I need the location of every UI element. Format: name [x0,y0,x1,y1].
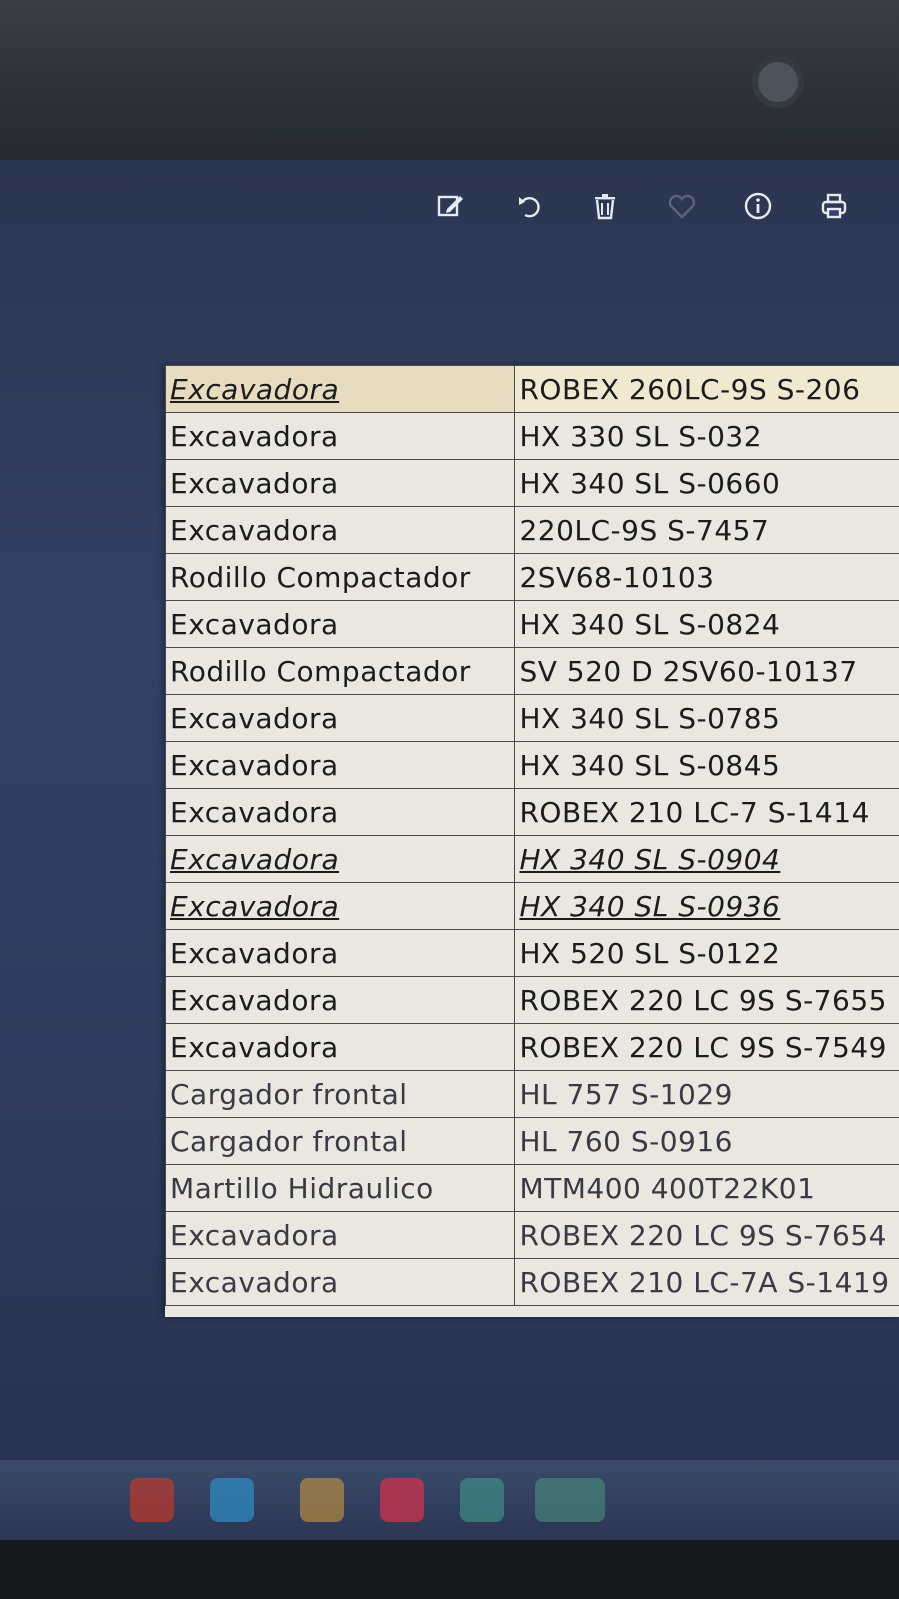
model-serial-cell: HX 520 SL S-0122 [514,929,899,977]
equipment-type-cell: Rodillo Compactador [165,553,516,601]
favorite-icon[interactable] [662,186,702,226]
equipment-type-cell: Excavadora [165,365,516,413]
table-row: Excavadora 220LC-9S S-7457 [165,506,899,554]
equipment-type-cell: Excavadora [165,1211,516,1259]
rotate-icon[interactable] [510,186,550,226]
taskbar-app-icon[interactable] [535,1478,605,1522]
model-serial-cell: HL 757 S-1029 [514,1070,899,1118]
model-serial-cell: 2SV68-10103 [514,553,899,601]
model-serial-cell: HX 340 SL S-0660 [514,459,899,507]
taskbar-app-icon[interactable] [130,1478,174,1522]
table-row: Rodillo Compactador SV 520 D 2SV60-10137 [165,647,899,695]
equipment-type-cell: Cargador frontal [165,1117,516,1165]
equipment-type-cell: Martillo Hidraulico [165,1164,516,1212]
table-row: Excavadora HX 330 SL S-032 [165,412,899,460]
model-serial-cell: ROBEX 220 LC 9S S-7549 [514,1023,899,1071]
table-row: Excavadora HX 340 SL S-0904 [165,835,899,883]
equipment-type-cell: Excavadora [165,976,516,1024]
table-row: Rodillo Compactador 2SV68-10103 [165,553,899,601]
equipment-type-cell: Excavadora [165,600,516,648]
equipment-type-cell: Excavadora [165,459,516,507]
table-row: Excavadora HX 340 SL S-0660 [165,459,899,507]
table-row: Excavadora ROBEX 210 LC-7A S-1419 [165,1258,899,1306]
equipment-type-cell: Excavadora [165,1258,516,1306]
model-serial-cell: 220LC-9S S-7457 [514,506,899,554]
equipment-type-cell: Rodillo Compactador [165,647,516,695]
viewer-toolbar [430,186,870,230]
table-row: Excavadora HX 340 SL S-0845 [165,741,899,789]
table-row: Excavadora HX 340 SL S-0824 [165,600,899,648]
edit-icon[interactable] [430,186,470,226]
taskbar-app-icon[interactable] [210,1478,254,1522]
equipment-type-cell: Excavadora [165,929,516,977]
equipment-type-cell: Excavadora [165,412,516,460]
model-serial-cell: HX 330 SL S-032 [514,412,899,460]
table-row: Excavadora ROBEX 220 LC 9S S-7549 [165,1023,899,1071]
model-serial-cell: ROBEX 220 LC 9S S-7655 [514,976,899,1024]
equipment-type-cell: Excavadora [165,835,516,883]
equipment-type-cell: Cargador frontal [165,1070,516,1118]
equipment-type-cell: Excavadora [165,788,516,836]
model-serial-cell: ROBEX 220 LC 9S S-7654 [514,1211,899,1259]
table-row: Cargador frontal HL 757 S-1029 [165,1070,899,1118]
model-serial-cell: HX 340 SL S-0824 [514,600,899,648]
monitor-bezel [0,0,899,160]
model-serial-cell: ROBEX 210 LC-7A S-1419 [514,1258,899,1306]
taskbar [0,1460,899,1540]
table-row: Excavadora ROBEX 210 LC-7 S-1414 [165,788,899,836]
table-row: Excavadora ROBEX 260LC-9S S-206 [165,365,899,413]
model-serial-cell: ROBEX 260LC-9S S-206 [514,365,899,413]
model-serial-cell: MTM400 400T22K01 [514,1164,899,1212]
equipment-type-cell: Excavadora [165,741,516,789]
table-row: Excavadora HX 340 SL S-0785 [165,694,899,742]
table-row: Excavadora HX 520 SL S-0122 [165,929,899,977]
model-serial-cell: HL 760 S-0916 [514,1117,899,1165]
table-row: Excavadora ROBEX 220 LC 9S S-7654 [165,1211,899,1259]
print-icon[interactable] [814,186,854,226]
taskbar-app-icon[interactable] [460,1478,504,1522]
model-serial-cell: HX 340 SL S-0785 [514,694,899,742]
table-row: Excavadora ROBEX 220 LC 9S S-7655 [165,976,899,1024]
equipment-type-cell: Excavadora [165,506,516,554]
equipment-table: Excavadora ROBEX 260LC-9S S-206 Excavadora… [165,365,899,1306]
model-serial-cell: HX 340 SL S-0845 [514,741,899,789]
spreadsheet-image: Excavadora ROBEX 260LC-9S S-206 Excavadora… [165,365,899,1317]
table-row: Excavadora HX 340 SL S-0936 [165,882,899,930]
model-serial-cell: HX 340 SL S-0904 [514,835,899,883]
table-row: Martillo Hidraulico MTM400 400T22K01 [165,1164,899,1212]
table-row: Cargador frontal HL 760 S-0916 [165,1117,899,1165]
model-serial-cell: ROBEX 210 LC-7 S-1414 [514,788,899,836]
equipment-type-cell: Excavadora [165,882,516,930]
taskbar-app-icon[interactable] [380,1478,424,1522]
delete-icon[interactable] [585,186,625,226]
webcam [758,62,798,102]
taskbar-app-icon[interactable] [300,1478,344,1522]
monitor-bottom-bezel [0,1540,899,1599]
info-icon[interactable] [738,186,778,226]
equipment-type-cell: Excavadora [165,1023,516,1071]
equipment-type-cell: Excavadora [165,694,516,742]
model-serial-cell: HX 340 SL S-0936 [514,882,899,930]
model-serial-cell: SV 520 D 2SV60-10137 [514,647,899,695]
